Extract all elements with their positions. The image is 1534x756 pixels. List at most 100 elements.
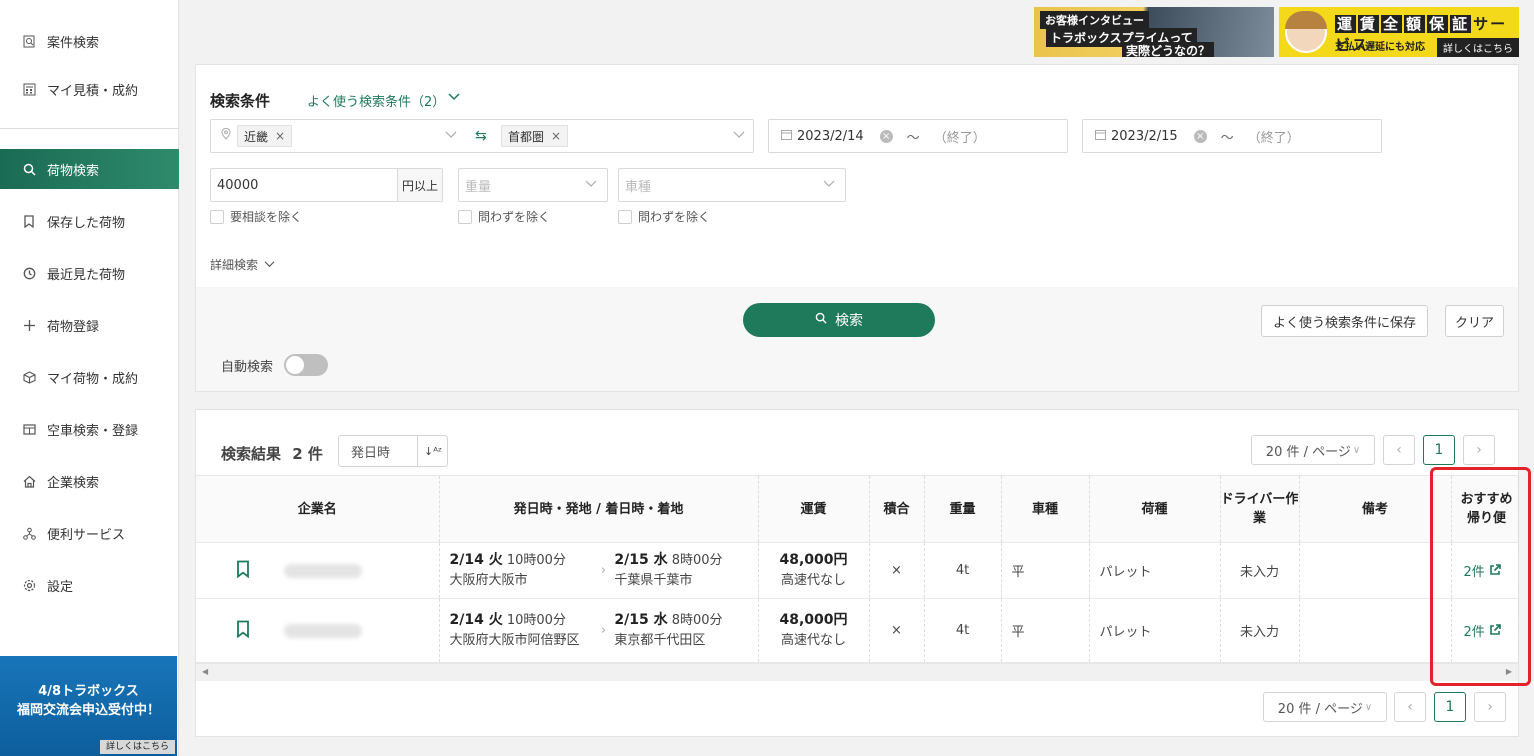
- col-mixed[interactable]: 積合: [869, 475, 925, 543]
- scroll-left-icon[interactable]: ◀: [202, 667, 208, 676]
- weight-select[interactable]: 重量: [458, 168, 608, 202]
- results-table: 企業名 発日時・発地 / 着日時・着地 運賃 積合 重量 車種 荷種 ドライバー…: [196, 475, 1519, 663]
- col-fare[interactable]: 運賃: [758, 475, 870, 543]
- chevron-down-icon[interactable]: [445, 129, 457, 144]
- destination-tag[interactable]: 首都圏 ×: [501, 125, 569, 147]
- vehicle-select[interactable]: 車種: [618, 168, 846, 202]
- exclude-any-weight-checkbox[interactable]: 問わずを除く: [458, 208, 550, 225]
- results-title: 検索結果 2 件: [221, 443, 323, 464]
- clear-icon[interactable]: ×: [879, 129, 893, 143]
- fare-value[interactable]: 40000: [217, 178, 397, 193]
- chevron-down-icon[interactable]: [448, 91, 460, 106]
- checkbox[interactable]: [618, 209, 632, 224]
- detail-search-toggle[interactable]: 詳細検索: [210, 256, 275, 273]
- banner-more-link[interactable]: 詳しくはこちら: [99, 740, 175, 754]
- bookmark-icon[interactable]: [236, 620, 250, 642]
- close-icon[interactable]: ×: [551, 129, 561, 143]
- checkbox[interactable]: [458, 209, 472, 224]
- mixed-cell: ×: [869, 598, 925, 663]
- sidebar-item-my-quotes[interactable]: マイ見積・成約: [0, 69, 179, 109]
- col-note[interactable]: 備考: [1299, 475, 1452, 543]
- bookmark-icon[interactable]: [236, 560, 250, 582]
- search-button[interactable]: 検索: [743, 303, 935, 337]
- arrival-time: 8時00分: [671, 553, 723, 568]
- arrival-date: 2/15 水: [614, 612, 668, 628]
- sidebar-item-cargo-register[interactable]: 荷物登録: [0, 305, 179, 345]
- exclude-consult-checkbox[interactable]: 要相談を除く: [210, 208, 302, 225]
- interview-ad-banner[interactable]: お客様インタビュー トラボックスプライムって 実際どうなの？: [1034, 7, 1274, 57]
- origin-tag[interactable]: 近畿 ×: [237, 125, 293, 147]
- history-icon: [22, 266, 36, 280]
- auto-search-toggle[interactable]: [284, 354, 328, 376]
- page-number-button[interactable]: 1: [1434, 692, 1466, 722]
- sidebar-item-my-cargo[interactable]: マイ荷物・成約: [0, 357, 179, 397]
- weight-placeholder: 重量: [465, 179, 492, 195]
- arrival-date-range[interactable]: 2023/2/15 × ～ （終了）: [1082, 119, 1382, 153]
- departure-start-date[interactable]: 2023/2/14: [797, 129, 864, 144]
- sort-select[interactable]: 発日時 ↓ᴬᶻ: [338, 435, 448, 467]
- arrival-end-date[interactable]: （終了）: [1248, 127, 1300, 146]
- checkbox[interactable]: [210, 209, 224, 224]
- vehicle-cell: 平: [1001, 542, 1090, 599]
- page-size-label: 20 件 / ページ: [1265, 444, 1351, 460]
- swap-icon[interactable]: ⇆: [475, 128, 487, 144]
- col-vehicle[interactable]: 車種: [1001, 475, 1090, 543]
- sidebar-item-label: マイ荷物・成約: [47, 371, 139, 387]
- sidebar-item-label: 企業検索: [47, 475, 100, 491]
- sidebar-item-recent-cargo[interactable]: 最近見た荷物: [0, 253, 179, 293]
- chevron-down-icon: [585, 178, 597, 193]
- col-driver-work[interactable]: ドライバー作業: [1220, 475, 1300, 543]
- col-cargo[interactable]: 荷種: [1089, 475, 1221, 543]
- results-count: 2: [292, 445, 303, 463]
- ad-more-link[interactable]: 詳しくはこちら: [1437, 38, 1519, 57]
- sidebar-item-case-search[interactable]: 案件検索: [0, 21, 179, 61]
- table-row[interactable]: 2/14 火 10時00分 大阪府大阪市 › 2/15 水 8時00分 千葉県千葉市…: [196, 542, 1519, 599]
- table-row[interactable]: 2/14 火 10時00分 大阪府大阪市阿倍野区 › 2/15 水 8時00分 東京…: [196, 598, 1519, 663]
- event-banner[interactable]: 4/8トラボックス 福岡交流会申込受付中！ 詳しくはこちら: [0, 656, 177, 756]
- sidebar-item-services[interactable]: 便利サービス: [0, 513, 179, 553]
- col-route[interactable]: 発日時・発地 / 着日時・着地: [439, 475, 759, 543]
- route-cell: 2/14 火 10時00分 大阪府大阪市阿倍野区 › 2/15 水 8時00分 東京…: [439, 598, 759, 663]
- prev-page-button[interactable]: ‹: [1383, 435, 1415, 465]
- close-icon[interactable]: ×: [275, 129, 285, 143]
- sidebar-item-empty-truck[interactable]: 空車検索・登録: [0, 409, 179, 449]
- guarantee-ad-banner[interactable]: 運賃全額保証サービス 支払い遅延にも対応 詳しくはこちら: [1279, 7, 1519, 57]
- page-number-button[interactable]: 1: [1423, 435, 1455, 465]
- exclude-any-vehicle-checkbox[interactable]: 問わずを除く: [618, 208, 710, 225]
- cargo-cell: パレット: [1089, 542, 1221, 599]
- sidebar-item-saved-cargo[interactable]: 保存した荷物: [0, 201, 179, 241]
- departure-date: 2/14 火: [449, 552, 503, 568]
- arrival-start-date[interactable]: 2023/2/15: [1111, 129, 1178, 144]
- sidebar-item-settings[interactable]: 設定: [0, 565, 179, 605]
- clear-icon[interactable]: ×: [1193, 129, 1207, 143]
- page-size-select-top[interactable]: 20 件 / ページ ∨: [1251, 435, 1375, 465]
- chevron-down-icon[interactable]: [733, 129, 745, 144]
- departure-date-range[interactable]: 2023/2/14 × ～ （終了）: [768, 119, 1068, 153]
- sidebar-item-cargo-search[interactable]: 荷物検索: [0, 149, 179, 189]
- fare-input[interactable]: 40000 円以上: [210, 168, 443, 202]
- next-page-button[interactable]: ›: [1463, 435, 1495, 465]
- sidebar-item-label: 設定: [47, 579, 74, 595]
- driver-work-cell: 未入力: [1220, 598, 1300, 663]
- sort-order-icon[interactable]: ↓ᴬᶻ: [417, 436, 448, 466]
- sidebar-item-company-search[interactable]: 企業検索: [0, 461, 179, 501]
- company-name-redacted[interactable]: [284, 563, 363, 578]
- truck-icon: [22, 422, 36, 436]
- company-name-redacted[interactable]: [284, 623, 363, 638]
- page-size-select-bottom[interactable]: 20 件 / ページ ∨: [1263, 692, 1387, 722]
- area-selector[interactable]: 近畿 × ⇆ 首都圏 ×: [210, 119, 754, 153]
- horizontal-scrollbar[interactable]: ◀ ▶: [196, 663, 1518, 681]
- sort-label: 発日時: [351, 445, 391, 461]
- saved-conditions-link[interactable]: よく使う検索条件（2）: [307, 91, 445, 110]
- prev-page-button[interactable]: ‹: [1394, 692, 1426, 722]
- company-cell: [196, 542, 440, 599]
- save-conditions-button[interactable]: よく使う検索条件に保存: [1261, 305, 1428, 337]
- departure-time: 10時00分: [506, 553, 566, 568]
- clear-button[interactable]: クリア: [1445, 305, 1504, 337]
- weight-cell: 4t: [924, 598, 1002, 663]
- next-page-button[interactable]: ›: [1474, 692, 1506, 722]
- departure-end-date[interactable]: （終了）: [934, 127, 986, 146]
- col-weight[interactable]: 重量: [924, 475, 1002, 543]
- range-separator: ～: [1220, 130, 1234, 146]
- col-company[interactable]: 企業名: [196, 475, 440, 543]
